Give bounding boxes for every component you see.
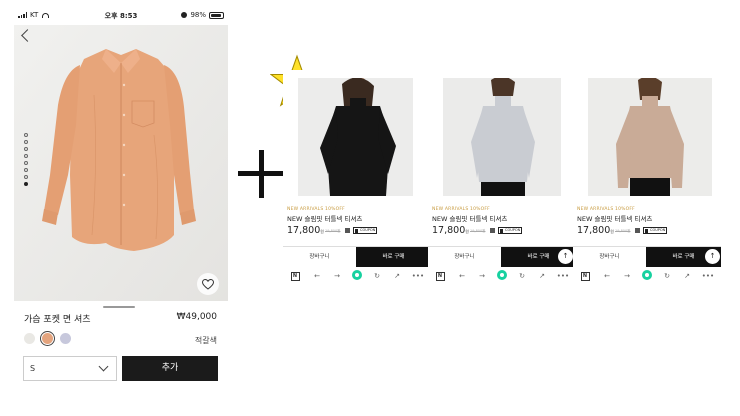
- naver-n-icon[interactable]: N: [435, 272, 445, 281]
- status-bar: KT 오후 8:53 98%: [14, 8, 228, 24]
- product-card: NEW ARRIVALS 10%OFF NEW 슬림핏 터틀넥 티셔츠 17,8…: [573, 70, 721, 286]
- card-price-unit: 원: [320, 229, 324, 234]
- selected-color-name: 적갈색: [194, 336, 217, 345]
- refresh-icon[interactable]: ↻: [367, 272, 387, 280]
- card-brand-tag: NEW ARRIVALS 10%OFF: [577, 207, 635, 212]
- more-icon[interactable]: •••: [552, 272, 574, 280]
- product-photo[interactable]: [443, 78, 561, 196]
- share-icon[interactable]: ↗: [387, 272, 407, 280]
- color-swatches: [24, 331, 71, 346]
- more-icon[interactable]: •••: [697, 272, 719, 280]
- back-arrow-icon[interactable]: ←: [307, 272, 327, 280]
- naver-n-icon[interactable]: N: [290, 272, 300, 281]
- back-arrow-icon[interactable]: ←: [452, 272, 472, 280]
- share-icon[interactable]: ↗: [677, 272, 697, 280]
- pager-dot[interactable]: [24, 175, 28, 179]
- size-select[interactable]: S: [23, 356, 117, 381]
- card-title[interactable]: NEW 슬림핏 터틀넥 티셔츠: [577, 213, 652, 223]
- swatch-orange[interactable]: [40, 331, 55, 346]
- arrow-up-icon[interactable]: ↑: [705, 249, 720, 264]
- model-image: [298, 78, 413, 196]
- battery-icon: [209, 11, 224, 19]
- card-price: 17,800원: [287, 225, 324, 236]
- coupon-badge[interactable]: COUPON: [498, 227, 522, 234]
- add-button[interactable]: 추가: [122, 356, 218, 381]
- model-image: [443, 78, 561, 196]
- cart-button[interactable]: 장바구니: [428, 247, 501, 267]
- close-icon[interactable]: [345, 228, 350, 233]
- product-name: 가슴 포켓 면 셔츠: [24, 315, 91, 325]
- coupon-badge[interactable]: COUPON: [353, 227, 377, 234]
- product-card: NEW ARRIVALS 10%OFF NEW 슬림핏 터틀넥 티셔츠 17,8…: [283, 70, 431, 286]
- card-original-price: 19,800원: [325, 229, 341, 233]
- card-price-value: 17,800: [287, 225, 321, 236]
- favorite-button[interactable]: [197, 273, 219, 295]
- heart-icon: [202, 278, 214, 290]
- chevron-down-icon: [98, 361, 109, 372]
- pager-dot[interactable]: [24, 154, 28, 158]
- arrow-up-icon[interactable]: ↑: [558, 249, 573, 264]
- card-original-price: 19,800원: [470, 229, 486, 233]
- battery-percent: 98%: [190, 11, 206, 19]
- cart-button[interactable]: 장바구니: [573, 247, 646, 267]
- browser-nav: N ← → ↻ ↗ •••: [428, 266, 576, 286]
- card-title[interactable]: NEW 슬림핏 터틀넥 티셔츠: [287, 213, 362, 223]
- product-image[interactable]: [14, 25, 228, 301]
- coupon-badge[interactable]: COUPON: [643, 227, 667, 234]
- more-icon[interactable]: •••: [407, 272, 429, 280]
- pager-dot[interactable]: [24, 140, 28, 144]
- pager-dot[interactable]: [24, 161, 28, 165]
- card-price-value: 17,800: [432, 225, 466, 236]
- refresh-icon[interactable]: ↻: [657, 272, 677, 280]
- swatch-white[interactable]: [24, 333, 35, 344]
- green-dot-icon[interactable]: [497, 270, 507, 280]
- card-price-unit: 원: [610, 229, 614, 234]
- card-price: 17,800원: [577, 225, 614, 236]
- cart-button[interactable]: 장바구니: [283, 247, 356, 267]
- close-icon[interactable]: [490, 228, 495, 233]
- browser-nav: N ← → ↻ ↗ •••: [283, 266, 431, 286]
- pager-dot-active[interactable]: [24, 182, 28, 186]
- product-photo[interactable]: [588, 78, 712, 196]
- card-price-value: 17,800: [577, 225, 611, 236]
- green-dot-icon[interactable]: [642, 270, 652, 280]
- card-brand-tag: NEW ARRIVALS 10%OFF: [432, 207, 490, 212]
- green-dot-icon[interactable]: [352, 270, 362, 280]
- card-brand-tag: NEW ARRIVALS 10%OFF: [287, 207, 345, 212]
- model-image: [588, 78, 712, 196]
- plus-sign-horizontal: [238, 171, 285, 176]
- size-value: S: [30, 364, 36, 373]
- swatch-lavender[interactable]: [60, 333, 71, 344]
- share-icon[interactable]: ↗: [532, 272, 552, 280]
- browser-nav: N ← → ↻ ↗ •••: [573, 266, 721, 286]
- image-pager[interactable]: [24, 133, 28, 186]
- sheet-handle[interactable]: [103, 306, 135, 308]
- buy-now-button[interactable]: 바로 구매: [356, 247, 431, 267]
- close-icon[interactable]: [635, 228, 640, 233]
- forward-arrow-icon[interactable]: →: [617, 272, 637, 280]
- refresh-icon[interactable]: ↻: [512, 272, 532, 280]
- card-price-unit: 원: [465, 229, 469, 234]
- pager-dot[interactable]: [24, 168, 28, 172]
- purchase-bar: 장바구니 바로 구매: [283, 246, 431, 267]
- card-price: 17,800원: [432, 225, 469, 236]
- product-photo[interactable]: [298, 78, 413, 196]
- card-title[interactable]: NEW 슬림핏 터틀넥 티셔츠: [432, 213, 507, 223]
- product-detail-screen: KT 오후 8:53 98% 가슴 포켓 면 셔츠 ₩49,000 적갈색 S …: [14, 8, 228, 384]
- status-right: 98%: [181, 11, 224, 19]
- forward-arrow-icon[interactable]: →: [472, 272, 492, 280]
- product-card: NEW ARRIVALS 10%OFF NEW 슬림핏 터틀넥 티셔츠 17,8…: [428, 70, 576, 286]
- purchase-bar: 장바구니 바로 구매 ↑: [573, 246, 721, 267]
- card-original-price: 19,800원: [615, 229, 631, 233]
- naver-n-icon[interactable]: N: [580, 272, 590, 281]
- back-arrow-icon[interactable]: ←: [597, 272, 617, 280]
- alarm-icon: [181, 12, 188, 18]
- product-price: ₩49,000: [176, 312, 217, 322]
- forward-arrow-icon[interactable]: →: [327, 272, 347, 280]
- purchase-bar: 장바구니 바로 구매 ↑: [428, 246, 576, 267]
- shirt-illustration: [14, 25, 228, 301]
- pager-dot[interactable]: [24, 147, 28, 151]
- pager-dot[interactable]: [24, 133, 28, 137]
